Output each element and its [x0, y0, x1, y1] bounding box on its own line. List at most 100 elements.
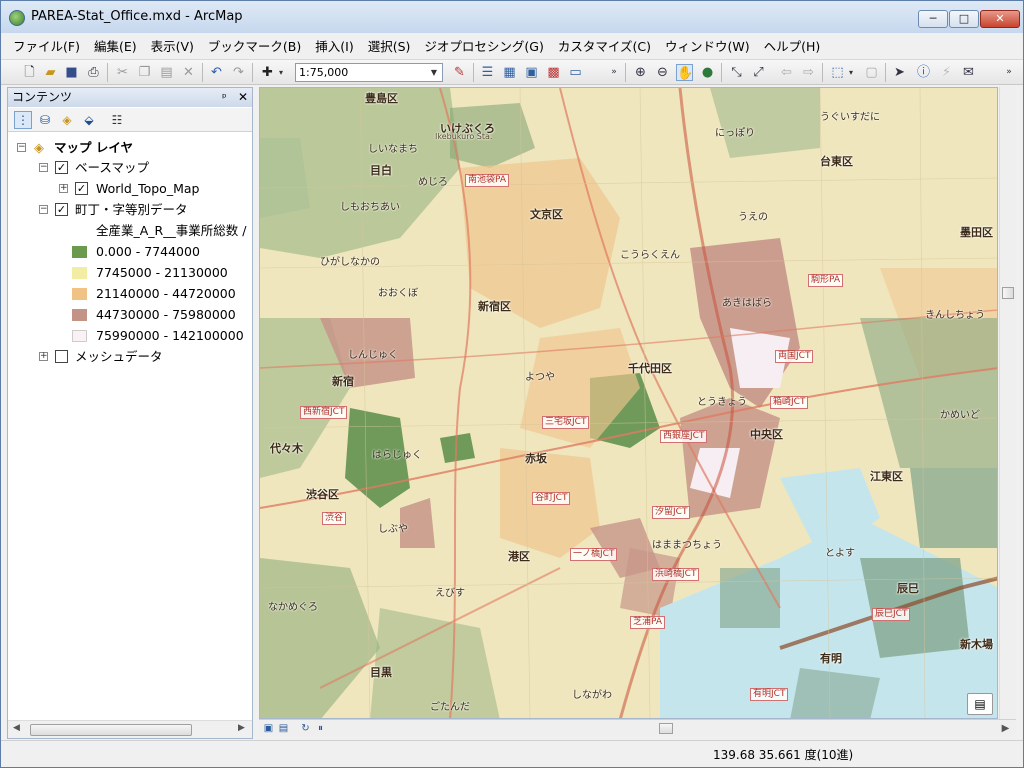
menu-help[interactable]: ヘルプ(H) — [764, 36, 821, 55]
minimize-button[interactable]: ─ — [918, 10, 948, 28]
scroll-thumb[interactable] — [1002, 287, 1014, 299]
cut-icon[interactable]: ✂ — [114, 64, 131, 81]
pan-hand-icon[interactable]: ✋ — [676, 64, 693, 81]
copy-icon[interactable]: ❐ — [136, 64, 153, 81]
scroll-right-icon[interactable]: ▶ — [999, 722, 1012, 735]
mesh-layer-checkbox[interactable] — [55, 350, 68, 363]
editor-toolbar-icon[interactable]: ✎ — [451, 64, 468, 81]
jct-shibuya: 渋谷 — [322, 512, 347, 525]
legend-class-row[interactable]: 75990000 - 142100000 — [8, 326, 252, 346]
collapse-icon[interactable]: − — [39, 205, 48, 214]
fixed-zoom-in-icon[interactable]: ⤡ — [728, 64, 745, 81]
map-view[interactable]: 豊島区 いけぶくろ Ikebukuro Sta. しいなまち めじろ 目白 しも… — [259, 87, 998, 719]
clear-selection-icon[interactable]: ▢ — [863, 64, 880, 81]
legend-class-row[interactable]: 21140000 - 44720000 — [8, 284, 252, 304]
expand-icon[interactable]: + — [59, 184, 68, 193]
map-layers-root[interactable]: − ◈ マップ レイヤ — [8, 138, 252, 158]
find-icon[interactable]: ✉ — [960, 64, 977, 81]
toc-options-icon[interactable]: ☷ — [108, 111, 126, 129]
legend-class-row[interactable]: 7745000 - 21130000 — [8, 263, 252, 283]
add-data-dropdown-icon[interactable]: ▾ — [277, 64, 285, 81]
list-by-source-icon[interactable]: ⛁ — [36, 111, 54, 129]
collapse-icon[interactable]: − — [17, 143, 26, 152]
menu-windows[interactable]: ウィンドウ(W) — [665, 36, 750, 55]
layout-view-icon[interactable]: ▤ — [277, 722, 290, 735]
previous-extent-icon[interactable]: ⇦ — [778, 64, 795, 81]
next-extent-icon[interactable]: ⇨ — [800, 64, 817, 81]
html-popup-icon[interactable]: ⚡ — [938, 64, 955, 81]
undo-icon[interactable]: ↶ — [208, 64, 225, 81]
identify-icon[interactable]: ⓘ — [915, 64, 932, 81]
data-view-icon[interactable]: ▣ — [262, 722, 275, 735]
basemap-group-row[interactable]: − ✓ ベースマップ — [8, 158, 252, 178]
full-extent-globe-icon[interactable]: ● — [699, 64, 716, 81]
pause-drawing-icon[interactable]: ⏸ — [314, 722, 327, 735]
map-vertical-scrollbar[interactable] — [999, 87, 1016, 719]
map-tips-icon[interactable]: ▤ — [967, 693, 993, 715]
legend-class-row[interactable]: 0.000 - 7744000 — [8, 242, 252, 262]
paste-icon[interactable]: ▤ — [158, 64, 175, 81]
legend-class-row[interactable]: 44730000 - 75980000 — [8, 305, 252, 325]
arctoolbox-icon[interactable]: ▩ — [545, 64, 562, 81]
mesh-layer-row[interactable]: + メッシュデータ — [8, 347, 252, 367]
list-by-drawing-order-icon[interactable]: ⋮ — [14, 111, 32, 129]
toc-horizontal-scrollbar[interactable]: ◀ ▶ — [8, 720, 252, 738]
expand-icon[interactable]: + — [39, 352, 48, 361]
map-label-meguro: 目黒 — [370, 666, 392, 679]
toolbar-overflow-icon-2[interactable]: » — [1004, 64, 1014, 81]
print-icon[interactable]: ⎙ — [85, 64, 102, 81]
scroll-left-icon[interactable]: ◀ — [13, 723, 20, 733]
menu-selection[interactable]: 選択(S) — [368, 36, 411, 55]
pin-icon[interactable]: ᵖ — [222, 88, 227, 107]
menu-edit[interactable]: 編集(E) — [94, 36, 137, 55]
menu-view[interactable]: 表示(V) — [151, 36, 194, 55]
horizontal-scroll-thumb[interactable] — [659, 723, 673, 734]
list-by-visibility-icon[interactable]: ◈ — [58, 111, 76, 129]
map-bottom-bar: ▣ ▤ ↻ ⏸ ▶ — [259, 719, 1016, 737]
menu-file[interactable]: ファイル(F) — [13, 36, 80, 55]
jct-tatsumi: 辰巳JCT — [872, 608, 911, 621]
collapse-icon[interactable]: − — [39, 163, 48, 172]
world-topo-checkbox[interactable]: ✓ — [75, 182, 88, 195]
coordinate-readout: 139.68 35.661 度(10進) — [713, 748, 854, 762]
close-button[interactable]: ✕ — [980, 10, 1020, 28]
toolbar-overflow-icon[interactable]: » — [609, 64, 619, 81]
delete-icon[interactable]: ✕ — [180, 64, 197, 81]
toc-window-icon[interactable]: ☰ — [479, 64, 496, 81]
menu-bookmarks[interactable]: ブックマーク(B) — [208, 36, 301, 55]
redo-icon[interactable]: ↷ — [230, 64, 247, 81]
data-layer-row[interactable]: − ✓ 町丁・字等別データ — [8, 200, 252, 220]
zoom-out-icon[interactable]: ⊖ — [654, 64, 671, 81]
select-features-icon[interactable]: ⬚ — [829, 64, 846, 81]
new-document-icon[interactable]: 🗋 — [21, 64, 38, 81]
legend-swatch-2 — [72, 288, 87, 300]
fixed-zoom-out-icon[interactable]: ⤢ — [750, 64, 767, 81]
table-of-contents-panel: コンテンツ ᵖ ✕ ⋮ ⛁ ◈ ⬙ ☷ − ◈ マップ レイヤ − ✓ ベースマ… — [7, 87, 253, 739]
maximize-button[interactable]: □ — [949, 10, 979, 28]
search-window-icon[interactable]: ▣ — [523, 64, 540, 81]
world-topo-row[interactable]: + ✓ World_Topo_Map — [8, 179, 252, 199]
scroll-thumb[interactable] — [30, 724, 192, 736]
select-elements-arrow-icon[interactable]: ➤ — [891, 64, 908, 81]
basemap-group-checkbox[interactable]: ✓ — [55, 161, 68, 174]
python-window-icon[interactable]: ▭ — [567, 64, 584, 81]
data-layer-checkbox[interactable]: ✓ — [55, 203, 68, 216]
catalog-window-icon[interactable]: ▦ — [501, 64, 518, 81]
menu-geoprocessing[interactable]: ジオプロセシング(G) — [424, 36, 543, 55]
list-by-selection-icon[interactable]: ⬙ — [80, 111, 98, 129]
menu-customize[interactable]: カスタマイズ(C) — [558, 36, 651, 55]
zoom-in-icon[interactable]: ⊕ — [632, 64, 649, 81]
save-icon[interactable]: ■ — [63, 64, 80, 81]
map-scale-value: 1:75,000 — [299, 66, 349, 79]
open-folder-icon[interactable]: ▰ — [42, 64, 59, 81]
map-label-shimoochiai: しもおちあい — [340, 202, 400, 213]
menu-insert[interactable]: 挿入(I) — [315, 36, 353, 55]
toc-close-icon[interactable]: ✕ — [238, 88, 248, 107]
select-dropdown-icon[interactable]: ▾ — [847, 64, 855, 81]
chevron-down-icon[interactable]: ▼ — [427, 65, 441, 80]
map-scale-combobox[interactable]: 1:75,000 ▼ — [295, 63, 443, 82]
scroll-right-icon[interactable]: ▶ — [238, 723, 245, 733]
map-label-toyosu: とよす — [825, 548, 855, 559]
refresh-icon[interactable]: ↻ — [299, 722, 312, 735]
add-data-icon[interactable]: ✚ — [259, 64, 276, 81]
